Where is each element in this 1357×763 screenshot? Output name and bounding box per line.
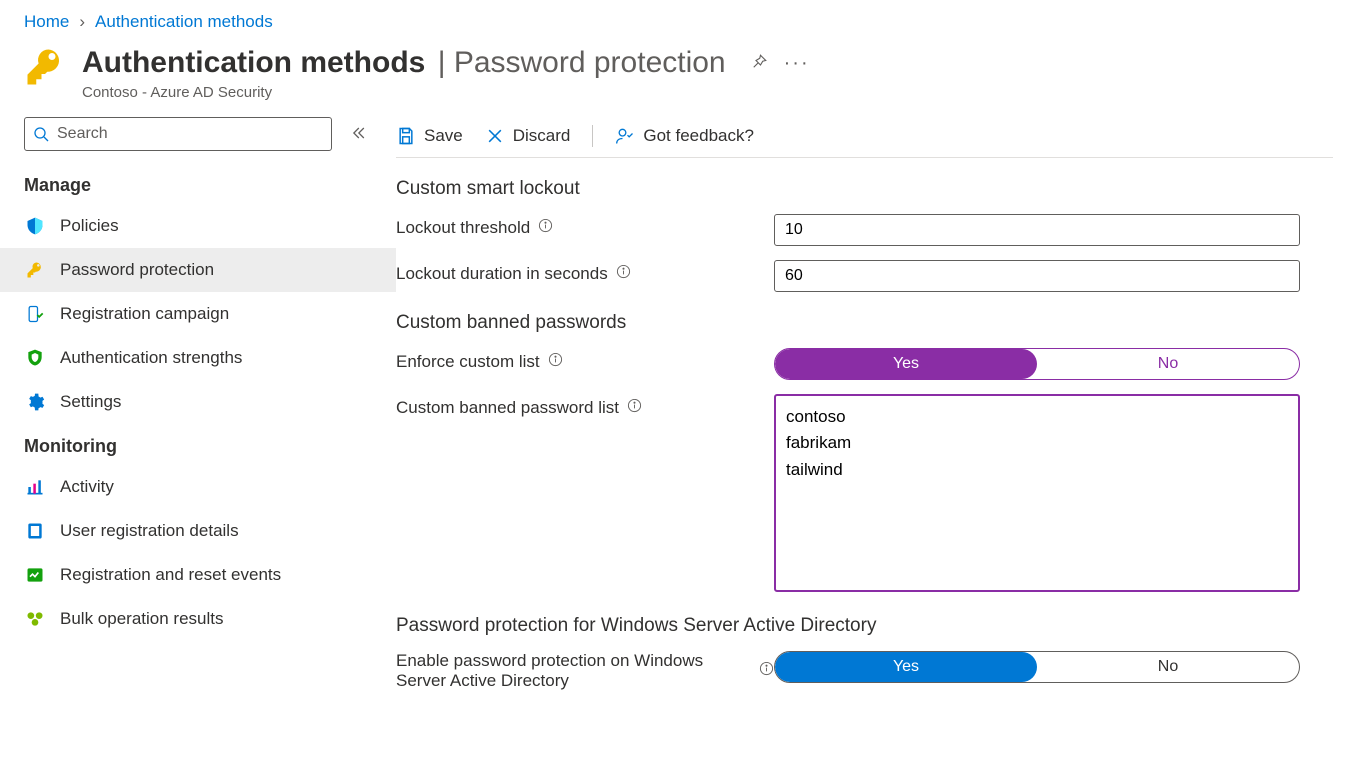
toolbar: Save Discard Got feedback?: [396, 117, 1333, 158]
banned-password-list-label: Custom banned password list: [396, 398, 619, 418]
main-content: Save Discard Got feedback? Custom smart …: [396, 117, 1357, 705]
gear-icon: [24, 392, 46, 412]
search-field[interactable]: [55, 124, 323, 144]
sidebar-item-settings[interactable]: Settings: [0, 380, 396, 424]
lockout-duration-input[interactable]: [774, 260, 1300, 292]
registration-campaign-icon: [24, 304, 46, 324]
info-icon[interactable]: [616, 264, 631, 284]
section-custom-smart-lockout: Custom smart lockout: [396, 178, 1333, 200]
section-custom-banned-passwords: Custom banned passwords: [396, 312, 1333, 334]
sidebar-item-policies[interactable]: Policies: [0, 204, 396, 248]
collapse-sidebar-button[interactable]: [344, 119, 372, 150]
search-input[interactable]: [24, 117, 332, 151]
lockout-threshold-input[interactable]: [774, 214, 1300, 246]
lockout-threshold-label: Lockout threshold: [396, 218, 530, 238]
nav-section-monitoring: Monitoring: [0, 424, 396, 465]
page-title: Authentication methods | Password protec…: [82, 46, 726, 80]
sidebar-item-label: Bulk operation results: [60, 609, 223, 629]
toolbar-divider: [592, 125, 593, 147]
sidebar-item-label: Registration campaign: [60, 304, 229, 324]
breadcrumb-home[interactable]: Home: [24, 12, 69, 32]
toggle-yes[interactable]: Yes: [775, 349, 1037, 379]
sidebar-item-user-registration-details[interactable]: User registration details: [0, 509, 396, 553]
nav-section-manage: Manage: [0, 163, 396, 204]
info-icon[interactable]: [627, 398, 642, 418]
enforce-custom-list-toggle[interactable]: Yes No: [774, 348, 1300, 380]
toggle-no[interactable]: No: [1037, 652, 1299, 682]
sidebar-item-label: User registration details: [60, 521, 239, 541]
winad-enable-toggle[interactable]: Yes No: [774, 651, 1300, 683]
sidebar-item-authentication-strengths[interactable]: Authentication strengths: [0, 336, 396, 380]
sidebar-item-label: Policies: [60, 216, 119, 236]
sidebar-item-registration-reset-events[interactable]: Registration and reset events: [0, 553, 396, 597]
bulk-icon: [24, 609, 46, 629]
activity-icon: [24, 477, 46, 497]
info-icon[interactable]: [548, 352, 563, 372]
events-icon: [24, 565, 46, 585]
info-icon[interactable]: [538, 218, 553, 238]
sidebar-item-label: Activity: [60, 477, 114, 497]
winad-enable-label: Enable password protection on Windows Se…: [396, 651, 751, 691]
sidebar-item-label: Settings: [60, 392, 121, 412]
banned-password-list-textarea[interactable]: [774, 394, 1300, 592]
enforce-custom-list-label: Enforce custom list: [396, 352, 540, 372]
sidebar: Manage Policies Password protection Regi…: [0, 117, 396, 705]
sidebar-item-password-protection[interactable]: Password protection: [0, 248, 396, 292]
breadcrumb-separator-icon: ›: [79, 12, 85, 32]
clipboard-icon: [24, 521, 46, 541]
key-small-icon: [24, 260, 46, 280]
breadcrumb: Home › Authentication methods: [0, 0, 1357, 38]
page-subtitle: Contoso - Azure AD Security: [82, 84, 810, 101]
sidebar-item-label: Password protection: [60, 260, 214, 280]
lockout-duration-label: Lockout duration in seconds: [396, 264, 608, 284]
sidebar-item-label: Registration and reset events: [60, 565, 281, 585]
shield-icon: [24, 348, 46, 368]
info-icon[interactable]: [759, 661, 774, 681]
discard-button[interactable]: Discard: [485, 126, 571, 146]
feedback-button[interactable]: Got feedback?: [615, 126, 754, 146]
sidebar-item-activity[interactable]: Activity: [0, 465, 396, 509]
sidebar-item-bulk-operation-results[interactable]: Bulk operation results: [0, 597, 396, 641]
section-winad: Password protection for Windows Server A…: [396, 615, 1333, 637]
breadcrumb-auth-methods[interactable]: Authentication methods: [95, 12, 273, 32]
sidebar-item-label: Authentication strengths: [60, 348, 242, 368]
key-icon: [24, 46, 66, 91]
save-button[interactable]: Save: [396, 126, 463, 146]
toggle-no[interactable]: No: [1037, 349, 1299, 379]
more-icon[interactable]: ···: [784, 53, 810, 73]
pin-icon[interactable]: [750, 53, 768, 74]
toggle-yes[interactable]: Yes: [775, 652, 1037, 682]
page-header: Authentication methods | Password protec…: [0, 38, 1357, 117]
policies-icon: [24, 216, 46, 236]
sidebar-item-registration-campaign[interactable]: Registration campaign: [0, 292, 396, 336]
